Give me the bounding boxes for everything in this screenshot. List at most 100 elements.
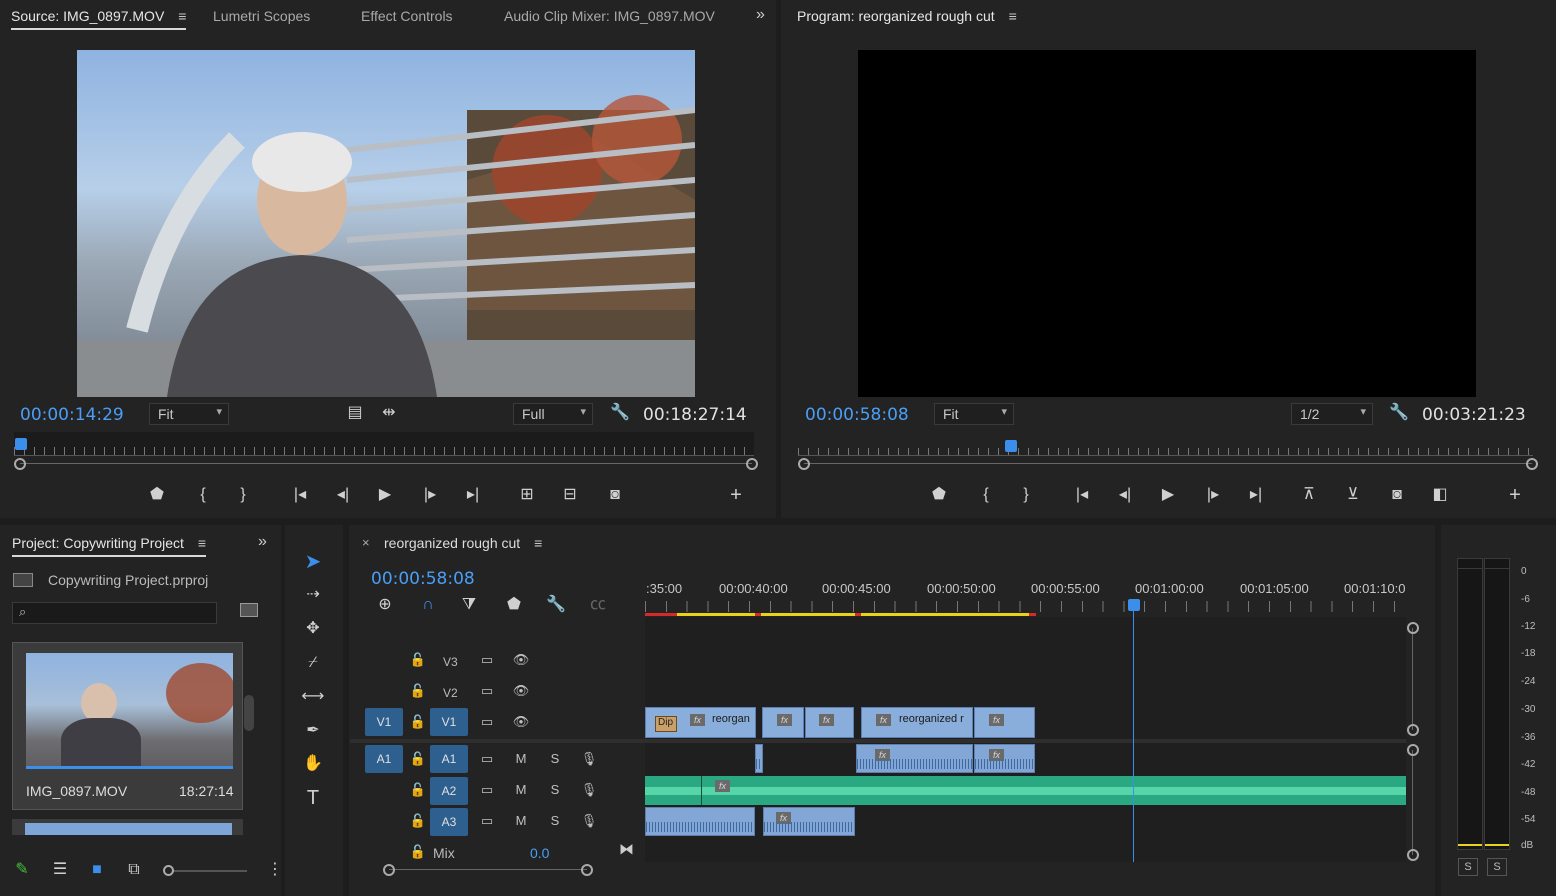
search-input[interactable]: ⌕ bbox=[12, 602, 217, 624]
source-resolution-dropdown[interactable]: Full ▾ bbox=[513, 403, 593, 425]
panel-menu-icon[interactable]: ≡ bbox=[534, 535, 542, 551]
panel-menu-icon[interactable]: ≡ bbox=[1009, 8, 1017, 24]
slider-handle[interactable] bbox=[163, 865, 174, 876]
eye-icon[interactable]: 👁 bbox=[512, 714, 530, 730]
mute-button[interactable]: M bbox=[512, 751, 530, 766]
icon-view-icon[interactable]: ■ bbox=[85, 860, 109, 880]
track-select-tool-icon[interactable]: ⇢ bbox=[301, 585, 325, 605]
timeline-zoom-scrollbar[interactable] bbox=[383, 864, 593, 876]
tab-source[interactable]: Source: IMG_0897.MOV ≡ bbox=[11, 8, 187, 30]
track-target-a2[interactable]: A2 bbox=[430, 777, 468, 805]
clip-edit-point[interactable] bbox=[701, 776, 702, 805]
export-frame-icon[interactable]: ◙ bbox=[603, 485, 627, 505]
go-to-in-icon[interactable]: |◂ bbox=[1070, 485, 1094, 505]
more-panels-icon[interactable]: » bbox=[258, 533, 267, 551]
add-marker-icon[interactable]: ⬟ bbox=[145, 485, 169, 505]
lift-icon[interactable]: ⊼ bbox=[1297, 485, 1321, 505]
lock-icon[interactable]: 🔓 bbox=[409, 751, 427, 767]
track-target-a3[interactable]: A3 bbox=[430, 808, 468, 836]
eye-icon[interactable]: 👁 bbox=[512, 652, 530, 668]
fx-badge[interactable]: fx bbox=[690, 714, 705, 726]
hand-tool-icon[interactable]: ✋ bbox=[301, 754, 325, 774]
program-video-frame[interactable] bbox=[858, 50, 1476, 397]
go-to-out-icon[interactable]: ▸| bbox=[461, 485, 485, 505]
sync-lock-icon[interactable]: ▭ bbox=[478, 714, 496, 730]
step-back-icon[interactable]: ◂| bbox=[1113, 485, 1137, 505]
more-options-icon[interactable]: ⋮ bbox=[263, 860, 287, 880]
project-scrollbar[interactable] bbox=[244, 695, 254, 731]
drag-video-audio-icon[interactable]: ⇹ bbox=[377, 403, 401, 423]
solo-button[interactable]: S bbox=[546, 782, 564, 797]
source-patch-v1[interactable]: V1 bbox=[365, 708, 403, 736]
nest-toggle-icon[interactable]: ⊕ bbox=[373, 595, 397, 615]
solo-right-button[interactable]: S bbox=[1487, 858, 1507, 876]
source-current-time[interactable]: 00:00:14:29 bbox=[20, 405, 124, 425]
play-icon[interactable]: ▶ bbox=[1156, 485, 1180, 505]
go-to-end-icon[interactable]: ⧓ bbox=[619, 840, 634, 858]
export-frame-icon[interactable]: ◙ bbox=[1385, 485, 1409, 505]
video-clip[interactable]: fx bbox=[762, 707, 804, 738]
extract-icon[interactable]: ⊻ bbox=[1341, 485, 1365, 505]
mark-in-icon[interactable]: { bbox=[974, 485, 998, 505]
step-back-icon[interactable]: ◂| bbox=[331, 485, 355, 505]
captions-icon[interactable]: ㏄ bbox=[586, 595, 610, 615]
video-clip[interactable]: fx bbox=[974, 707, 1035, 738]
slip-tool-icon[interactable]: ⟷ bbox=[301, 687, 325, 707]
audio-clip[interactable] bbox=[755, 744, 763, 773]
source-zoom-scrollbar[interactable] bbox=[14, 458, 758, 470]
safe-margins-icon[interactable]: ▤ bbox=[343, 403, 367, 423]
video-clip[interactable]: fx bbox=[805, 707, 854, 738]
scroll-handle[interactable] bbox=[1407, 622, 1419, 634]
razor-tool-icon[interactable]: ⌿ bbox=[301, 653, 325, 673]
mute-button[interactable]: M bbox=[512, 782, 530, 797]
sync-lock-icon[interactable]: ▭ bbox=[478, 683, 496, 699]
go-to-out-icon[interactable]: ▸| bbox=[1244, 485, 1268, 505]
zoom-handle-left[interactable] bbox=[798, 458, 810, 470]
track-target-a1[interactable]: A1 bbox=[430, 745, 468, 773]
source-scrub-bar[interactable] bbox=[14, 432, 754, 456]
audio-tracks-scrollbar[interactable] bbox=[1407, 744, 1419, 861]
mark-out-icon[interactable]: } bbox=[1014, 485, 1038, 505]
program-playhead[interactable] bbox=[1005, 440, 1018, 452]
tab-lumetri-scopes[interactable]: Lumetri Scopes bbox=[213, 8, 310, 24]
solo-left-button[interactable]: S bbox=[1458, 858, 1478, 876]
play-icon[interactable]: ▶ bbox=[373, 485, 397, 505]
fx-badge[interactable]: fx bbox=[989, 714, 1004, 726]
insert-icon[interactable]: ⊞ bbox=[515, 485, 539, 505]
comparison-view-icon[interactable]: ◧ bbox=[1428, 485, 1452, 505]
program-resolution-dropdown[interactable]: 1/2 ▾ bbox=[1291, 403, 1373, 425]
zoom-handle-right[interactable] bbox=[1526, 458, 1538, 470]
microphone-icon[interactable]: 🎙 bbox=[580, 751, 598, 767]
audio-clip[interactable]: fx bbox=[763, 807, 855, 836]
linked-selection-icon[interactable]: ⧩ bbox=[457, 595, 481, 615]
tab-audio-clip-mixer[interactable]: Audio Clip Mixer: IMG_0897.MOV bbox=[504, 8, 715, 24]
project-item-card[interactable]: IMG_0897.MOV 18:27:14 bbox=[12, 642, 243, 810]
timeline-playhead[interactable] bbox=[1128, 599, 1140, 611]
time-ruler-ticks[interactable] bbox=[645, 601, 1406, 612]
list-view-icon[interactable]: ☰ bbox=[48, 860, 72, 880]
overwrite-icon[interactable]: ⊟ bbox=[558, 485, 582, 505]
fx-badge[interactable]: fx bbox=[876, 714, 891, 726]
sync-lock-icon[interactable]: ▭ bbox=[478, 751, 496, 767]
scroll-handle[interactable] bbox=[1407, 724, 1419, 736]
go-to-in-icon[interactable]: |◂ bbox=[288, 485, 312, 505]
sync-lock-icon[interactable]: ▭ bbox=[478, 813, 496, 829]
project-item-card-2[interactable] bbox=[12, 819, 243, 835]
mark-out-icon[interactable]: } bbox=[231, 485, 255, 505]
tab-program[interactable]: Program: reorganized rough cut ≡ bbox=[797, 8, 1017, 24]
zoom-handle-left[interactable] bbox=[383, 864, 395, 876]
audio-clip[interactable] bbox=[645, 807, 755, 836]
source-video-frame[interactable] bbox=[77, 50, 695, 397]
timeline-current-time[interactable]: 00:00:58:08 bbox=[371, 569, 475, 589]
add-button-icon[interactable]: + bbox=[724, 485, 748, 505]
fx-badge[interactable]: fx bbox=[715, 780, 730, 792]
lock-icon[interactable]: 🔓 bbox=[409, 714, 427, 730]
video-tracks-scrollbar[interactable] bbox=[1407, 622, 1419, 736]
lock-icon[interactable]: 🔓 bbox=[409, 782, 427, 798]
program-current-time[interactable]: 00:00:58:08 bbox=[805, 405, 909, 425]
pen-tool-icon[interactable]: ✒ bbox=[301, 721, 325, 741]
sync-lock-icon[interactable]: ▭ bbox=[478, 652, 496, 668]
timeline-settings-icon[interactable]: 🔧 bbox=[544, 595, 568, 615]
lock-icon[interactable]: 🔓 bbox=[409, 652, 427, 668]
add-marker-icon[interactable]: ⬟ bbox=[927, 485, 951, 505]
